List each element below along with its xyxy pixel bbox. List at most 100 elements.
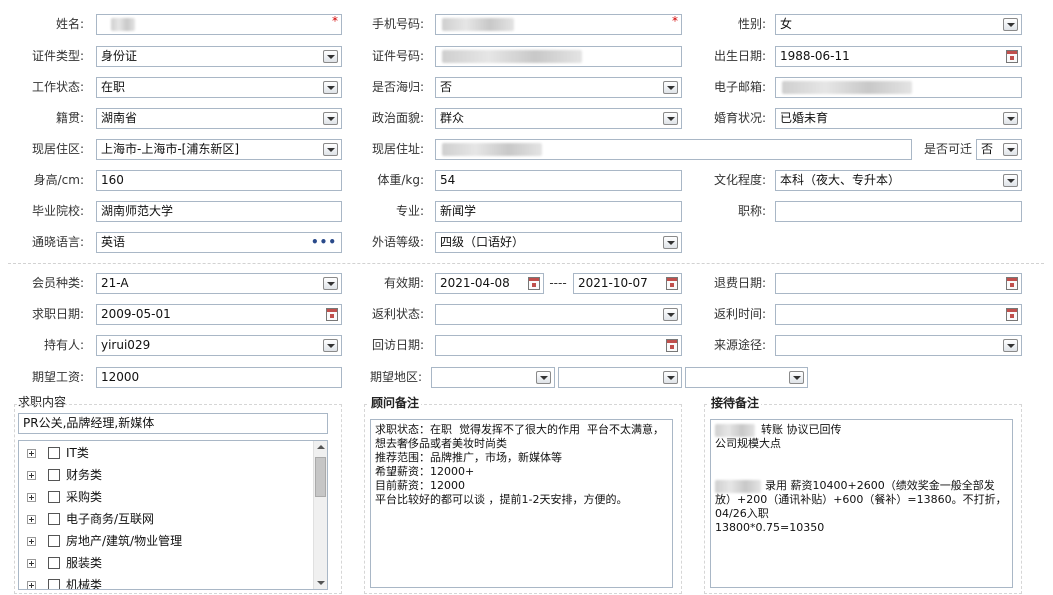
calendar-icon[interactable] xyxy=(1006,50,1018,63)
weight-input[interactable]: 54 xyxy=(435,170,682,191)
expected-region-city-select[interactable] xyxy=(558,367,682,388)
calendar-icon[interactable] xyxy=(1006,308,1018,321)
rebate-time-label: 返利时间: xyxy=(713,307,766,321)
consultant-notes-textarea[interactable]: 求职状态：在职 觉得发挥不了很大的作用 平台不太满意，想去奢侈品或者美妆时尚类 … xyxy=(370,419,673,588)
political-status-select[interactable]: 群众 xyxy=(435,108,682,129)
tree-item-label: 采购类 xyxy=(66,490,103,504)
chevron-down-icon[interactable] xyxy=(1003,339,1018,352)
scroll-up-icon[interactable] xyxy=(317,445,325,449)
valid-start-input[interactable]: 2021-04-08 xyxy=(435,273,544,294)
valid-period-separator: ---- xyxy=(549,276,567,290)
rebate-time-input[interactable] xyxy=(775,304,1022,325)
chevron-down-icon[interactable] xyxy=(323,339,338,352)
expected-salary-input[interactable]: 12000 xyxy=(96,367,342,388)
valid-end-input[interactable]: 2021-10-07 xyxy=(573,273,682,294)
chevron-down-icon[interactable] xyxy=(1003,143,1018,156)
checkbox[interactable] xyxy=(48,469,60,481)
expand-icon[interactable] xyxy=(27,559,36,568)
id-type-select[interactable]: 身份证 xyxy=(96,46,342,67)
major-input[interactable]: 新闻学 xyxy=(435,201,682,222)
gender-label: 性别: xyxy=(737,17,766,31)
required-mark: * xyxy=(672,14,678,28)
expand-icon[interactable] xyxy=(27,471,36,480)
chevron-down-icon[interactable] xyxy=(1003,18,1018,31)
language-input[interactable]: 英语 ••• xyxy=(96,232,342,253)
reception-notes-textarea[interactable]: 转账 协议已回传 公司规模大点 录用 薪资10400+2600（绩效奖金一般全部… xyxy=(710,419,1013,588)
chevron-down-icon[interactable] xyxy=(536,371,551,384)
rebate-status-label: 返利状态: xyxy=(371,307,424,321)
chevron-down-icon[interactable] xyxy=(1003,112,1018,125)
chevron-down-icon[interactable] xyxy=(323,112,338,125)
checkbox[interactable] xyxy=(48,557,60,569)
checkbox[interactable] xyxy=(48,535,60,547)
checkbox[interactable] xyxy=(48,491,60,503)
tree-item-label: 财务类 xyxy=(66,468,103,482)
tree-scrollbar[interactable] xyxy=(313,441,327,589)
title-input[interactable] xyxy=(775,201,1022,222)
chevron-down-icon[interactable] xyxy=(789,371,804,384)
chevron-down-icon[interactable] xyxy=(323,277,338,290)
chevron-down-icon[interactable] xyxy=(663,371,678,384)
height-input[interactable]: 160 xyxy=(96,170,342,191)
checkbox[interactable] xyxy=(48,579,60,589)
relocatable-select[interactable]: 否 xyxy=(976,139,1022,160)
expand-icon[interactable] xyxy=(27,581,36,589)
valid-start-value: 2021-04-08 xyxy=(440,276,510,290)
member-type-select[interactable]: 21-A xyxy=(96,273,342,294)
returnee-select[interactable]: 否 xyxy=(435,77,682,98)
expand-icon[interactable] xyxy=(27,449,36,458)
calendar-icon[interactable] xyxy=(666,339,678,352)
chevron-down-icon[interactable] xyxy=(663,236,678,249)
native-place-select[interactable]: 湖南省 xyxy=(96,108,342,129)
calendar-icon[interactable] xyxy=(326,308,338,321)
id-number-input[interactable] xyxy=(435,46,682,67)
chevron-down-icon[interactable] xyxy=(663,112,678,125)
calendar-icon[interactable] xyxy=(666,277,678,290)
chevron-down-icon[interactable] xyxy=(323,143,338,156)
job-content-selected[interactable]: PR公关,品牌经理,新媒体 xyxy=(18,413,328,434)
expand-icon[interactable] xyxy=(27,515,36,524)
work-status-select[interactable]: 在职 xyxy=(96,77,342,98)
job-search-date-input[interactable]: 2009-05-01 xyxy=(96,304,342,325)
rebate-status-select[interactable] xyxy=(435,304,682,325)
calendar-icon[interactable] xyxy=(528,277,540,290)
education-select[interactable]: 本科（夜大、专升本） xyxy=(775,170,1022,191)
marital-status-select[interactable]: 已婚未育 xyxy=(775,108,1022,129)
language-level-select[interactable]: 四级（口语好） xyxy=(435,232,682,253)
native-place-label: 籍贯: xyxy=(55,111,84,125)
phone-input[interactable]: * xyxy=(435,14,682,35)
holder-select[interactable]: yirui029 xyxy=(96,335,342,356)
chevron-down-icon[interactable] xyxy=(663,81,678,94)
scroll-down-icon[interactable] xyxy=(317,581,325,585)
chevron-down-icon[interactable] xyxy=(323,81,338,94)
source-select[interactable] xyxy=(775,335,1022,356)
job-content-selected-value: PR公关,品牌经理,新媒体 xyxy=(23,416,155,430)
required-mark: * xyxy=(332,14,338,28)
expand-icon[interactable] xyxy=(27,537,36,546)
gender-select[interactable]: 女 xyxy=(775,14,1022,35)
height-label: 身高/cm: xyxy=(33,173,84,187)
chevron-down-icon[interactable] xyxy=(1003,174,1018,187)
holder-value: yirui029 xyxy=(101,338,151,352)
email-input[interactable] xyxy=(775,77,1022,98)
birth-date-input[interactable]: 1988-06-11 xyxy=(775,46,1022,67)
major-value: 新闻学 xyxy=(440,204,477,218)
checkbox[interactable] xyxy=(48,447,60,459)
scroll-thumb[interactable] xyxy=(315,457,326,497)
more-options-icon[interactable]: ••• xyxy=(311,233,337,252)
chevron-down-icon[interactable] xyxy=(323,50,338,63)
current-address-input[interactable] xyxy=(435,139,912,160)
refund-date-input[interactable] xyxy=(775,273,1022,294)
current-area-select[interactable]: 上海市-上海市-[浦东新区] xyxy=(96,139,342,160)
school-input[interactable]: 湖南师范大学 xyxy=(96,201,342,222)
education-label: 文化程度: xyxy=(713,173,766,187)
expand-icon[interactable] xyxy=(27,493,36,502)
checkbox[interactable] xyxy=(48,513,60,525)
category-tree[interactable]: IT类 财务类 采购类 电子商务/互联网 房地产/建筑/物业管理 服装类 机械类 xyxy=(18,440,328,590)
expected-region-district-select[interactable] xyxy=(685,367,808,388)
revisit-date-input[interactable] xyxy=(435,335,682,356)
calendar-icon[interactable] xyxy=(1006,277,1018,290)
name-input[interactable]: * xyxy=(96,14,342,35)
expected-region-province-select[interactable] xyxy=(431,367,555,388)
chevron-down-icon[interactable] xyxy=(663,308,678,321)
